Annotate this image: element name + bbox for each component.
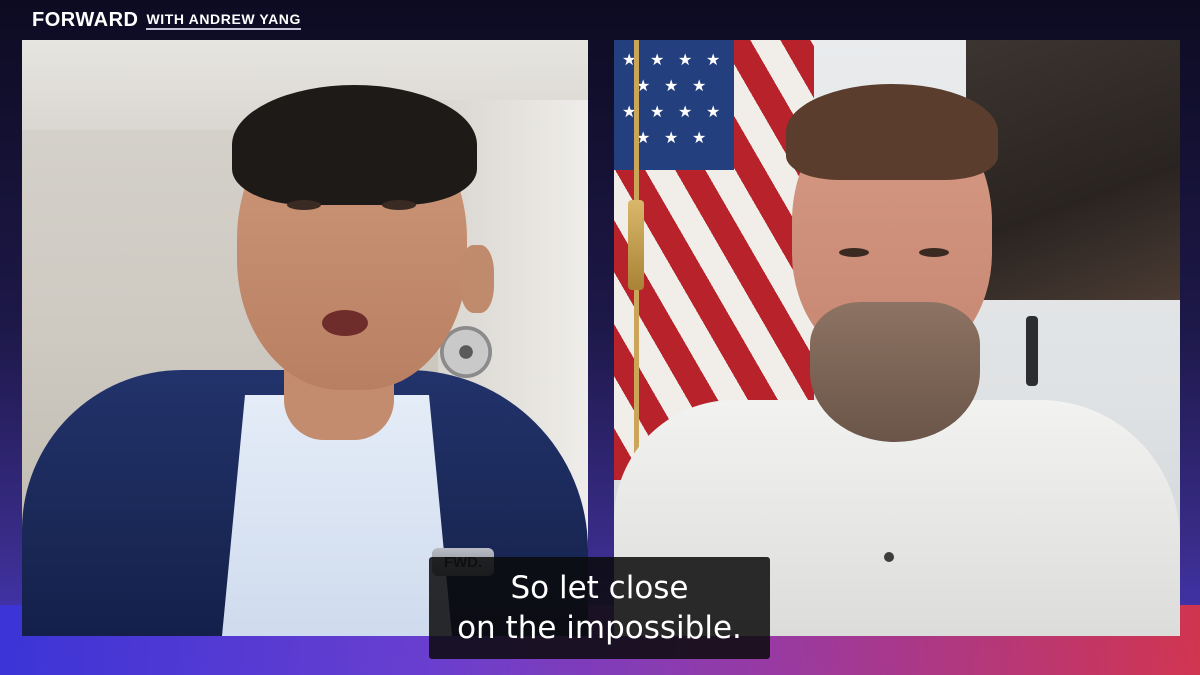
host-hair xyxy=(232,85,477,205)
video-tile-host[interactable]: FWD. xyxy=(22,40,588,636)
flag-star: ★ xyxy=(706,104,721,121)
flag-star: ★ xyxy=(650,104,665,121)
flag-star: ★ xyxy=(664,130,679,147)
flag-star: ★ xyxy=(664,78,679,95)
caption-line-2: on the impossible. xyxy=(457,610,742,646)
wall-painting xyxy=(966,40,1180,300)
subtitle-caption: So let close on the impossible. xyxy=(429,557,770,659)
video-tile-guest[interactable]: ★ ★ ★ ★ ★ ★ ★ ★ ★ ★ ★ ★ ★ ★ xyxy=(614,40,1180,636)
host-mouth xyxy=(322,310,368,336)
guest-eye-right xyxy=(919,248,949,257)
host-ear xyxy=(460,245,494,313)
flag-star: ★ xyxy=(650,52,665,69)
flag-star: ★ xyxy=(678,52,693,69)
guest-eye-left xyxy=(839,248,869,257)
flag-star: ★ xyxy=(678,104,693,121)
flag-star: ★ xyxy=(692,78,707,95)
caption-line-1: So let close xyxy=(510,570,689,606)
shirt-button xyxy=(884,552,894,562)
flag-star: ★ xyxy=(692,130,707,147)
host-eye-left xyxy=(287,200,321,210)
flag-canton: ★ ★ ★ ★ ★ ★ ★ ★ ★ ★ ★ ★ ★ ★ xyxy=(614,40,734,170)
show-logo: FORWARD WITH ANDREW YANG xyxy=(32,6,301,34)
flag-star: ★ xyxy=(706,52,721,69)
guest-hair xyxy=(786,84,998,180)
host-eye-right xyxy=(382,200,416,210)
microphone-stand xyxy=(1026,316,1038,386)
show-subtitle: WITH ANDREW YANG xyxy=(146,11,301,30)
flag-tassel xyxy=(628,200,644,290)
show-title: FORWARD xyxy=(32,8,139,31)
guest-beard xyxy=(810,302,980,442)
